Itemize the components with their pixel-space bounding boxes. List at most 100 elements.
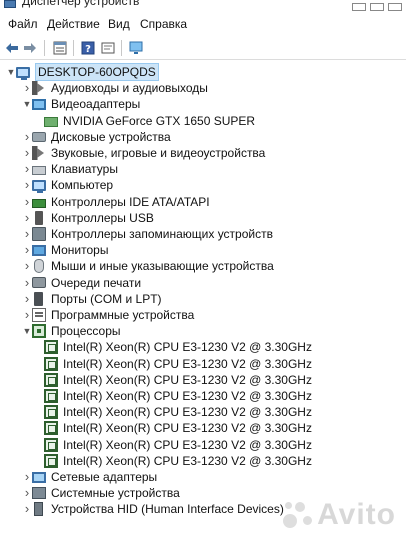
category-item[interactable]: › Контроллеры запоминающих устройств — [22, 226, 273, 242]
properties-icon[interactable] — [52, 40, 68, 56]
category-item-label: Процессоры — [51, 324, 121, 339]
chevron-right-icon[interactable]: › — [22, 210, 32, 226]
device-item-label: Intel(R) Xeon(R) CPU E3-1230 V2 @ 3.30GH… — [63, 356, 312, 371]
category-item[interactable]: › Контроллеры IDE ATA/ATAPI — [22, 194, 210, 210]
category-item[interactable]: › Программные устройства — [22, 307, 194, 323]
chevron-down-icon[interactable]: ▼ — [6, 64, 16, 80]
chevron-right-icon[interactable]: › — [22, 145, 32, 161]
category-item-label: Программные устройства — [51, 308, 195, 322]
svg-text:?: ? — [85, 44, 91, 55]
avito-logo-icon — [283, 500, 313, 530]
close-button[interactable] — [388, 3, 402, 11]
chevron-right-icon[interactable]: › — [22, 258, 32, 274]
sound-device-icon — [32, 146, 46, 160]
category-item-label: Видеоадаптеры — [51, 97, 141, 112]
device-item-label: Intel(R) Xeon(R) CPU E3-1230 V2 @ 3.30GH… — [63, 372, 312, 387]
storage-controller-icon — [32, 227, 46, 241]
category-item[interactable]: › Дисковые устройства — [22, 129, 171, 145]
minimize-button[interactable] — [352, 3, 366, 11]
display-adapter-icon — [32, 98, 46, 110]
cpu-icon — [44, 453, 58, 468]
chevron-down-icon[interactable]: ▼ — [22, 323, 32, 339]
category-item[interactable]: › Контроллеры USB — [22, 210, 154, 226]
chevron-right-icon[interactable]: › — [22, 194, 32, 210]
category-item[interactable]: › Системные устройства — [22, 485, 180, 501]
category-item[interactable]: › Клавиатуры — [22, 161, 118, 177]
category-item[interactable]: ▼ Процессоры — [22, 323, 121, 339]
chevron-right-icon[interactable]: › — [22, 161, 32, 177]
device-item[interactable]: Intel(R) Xeon(R) CPU E3-1230 V2 @ 3.30GH… — [40, 388, 312, 404]
category-item-label: Компьютер — [51, 178, 114, 193]
mouse-icon — [34, 259, 44, 274]
cpu-icon — [44, 405, 58, 420]
category-item-label: Звуковые, игровые и видеоустройства — [51, 146, 266, 160]
category-item[interactable]: › Звуковые, игровые и видеоустройства — [22, 145, 265, 161]
category-item[interactable]: › Сетевые адаптеры — [22, 469, 157, 485]
menu-file[interactable]: Файл — [8, 17, 38, 31]
chevron-right-icon[interactable]: › — [22, 469, 32, 485]
cpu-icon — [44, 340, 58, 355]
category-item[interactable]: › Мыши и иные указывающие устройства — [22, 258, 274, 274]
device-item[interactable]: NVIDIA GeForce GTX 1650 SUPER — [40, 113, 255, 129]
chevron-right-icon[interactable]: › — [22, 129, 32, 145]
processor-icon — [32, 324, 46, 339]
category-item-label: Дисковые устройства — [51, 129, 171, 144]
computer-icon — [32, 179, 46, 193]
device-item[interactable]: Intel(R) Xeon(R) CPU E3-1230 V2 @ 3.30GH… — [40, 420, 312, 436]
category-item[interactable]: › Очереди печати — [22, 275, 141, 291]
toolbar-separator — [121, 40, 122, 56]
chevron-right-icon[interactable]: › — [22, 501, 32, 517]
tree-root-label: DESKTOP-60OPQDS — [35, 63, 159, 81]
device-item[interactable]: Intel(R) Xeon(R) CPU E3-1230 V2 @ 3.30GH… — [40, 356, 312, 372]
category-item[interactable]: › Аудиовходы и аудиовыходы — [22, 80, 208, 96]
device-item[interactable]: Intel(R) Xeon(R) CPU E3-1230 V2 @ 3.30GH… — [40, 372, 312, 388]
window-title: Диспетчер устройств — [22, 0, 140, 8]
category-item[interactable]: › Компьютер — [22, 177, 113, 193]
watermark: Avito — [283, 498, 396, 532]
category-item[interactable]: › Порты (COM и LPT) — [22, 291, 162, 307]
menu-help[interactable]: Справка — [140, 17, 187, 31]
chevron-right-icon[interactable]: › — [22, 226, 32, 242]
device-item[interactable]: Intel(R) Xeon(R) CPU E3-1230 V2 @ 3.30GH… — [40, 437, 312, 453]
software-device-icon — [32, 308, 46, 322]
forward-arrow-icon[interactable] — [22, 40, 38, 56]
speaker-icon — [32, 81, 46, 96]
cpu-icon — [44, 437, 58, 452]
device-item-label: Intel(R) Xeon(R) CPU E3-1230 V2 @ 3.30GH… — [63, 453, 312, 468]
back-arrow-icon[interactable] — [4, 40, 20, 56]
category-item[interactable]: ▼ Видеоадаптеры — [22, 96, 141, 112]
category-item-label: Клавиатуры — [51, 162, 118, 177]
window-controls — [348, 0, 402, 12]
scan-hardware-icon[interactable] — [100, 40, 116, 56]
help-icon[interactable]: ? — [80, 40, 96, 56]
device-item-label: Intel(R) Xeon(R) CPU E3-1230 V2 @ 3.30GH… — [63, 421, 312, 436]
category-item-label: Очереди печати — [51, 275, 142, 290]
chevron-right-icon[interactable]: › — [22, 275, 32, 291]
monitor-view-icon[interactable] — [128, 40, 144, 56]
device-item-label: NVIDIA GeForce GTX 1650 SUPER — [63, 113, 256, 128]
hid-icon — [34, 502, 43, 517]
tree-root[interactable]: ▼ DESKTOP-60OPQDS — [6, 63, 159, 81]
device-item-label: Intel(R) Xeon(R) CPU E3-1230 V2 @ 3.30GH… — [63, 437, 312, 452]
maximize-button[interactable] — [370, 3, 384, 11]
chevron-right-icon[interactable]: › — [22, 80, 32, 96]
toolbar-separator — [73, 40, 74, 56]
menu-view[interactable]: Вид — [108, 17, 130, 31]
chevron-right-icon[interactable]: › — [22, 177, 32, 193]
category-item-label: Контроллеры USB — [51, 210, 154, 225]
device-item[interactable]: Intel(R) Xeon(R) CPU E3-1230 V2 @ 3.30GH… — [40, 404, 312, 420]
chevron-right-icon[interactable]: › — [22, 242, 32, 258]
chevron-right-icon[interactable]: › — [22, 485, 32, 501]
menu-action[interactable]: Действие — [47, 17, 100, 31]
category-item[interactable]: › Устройства HID (Human Interface Devices… — [22, 501, 284, 517]
category-item[interactable]: › Мониторы — [22, 242, 109, 258]
chevron-down-icon[interactable]: ▼ — [22, 96, 32, 112]
device-item[interactable]: Intel(R) Xeon(R) CPU E3-1230 V2 @ 3.30GH… — [40, 453, 312, 469]
network-adapter-icon — [32, 471, 46, 483]
computer-icon — [16, 66, 30, 80]
monitor-icon — [32, 244, 46, 256]
category-item-label: Контроллеры IDE ATA/ATAPI — [51, 194, 210, 209]
chevron-right-icon[interactable]: › — [22, 291, 32, 307]
chevron-right-icon[interactable]: › — [22, 307, 32, 323]
device-item[interactable]: Intel(R) Xeon(R) CPU E3-1230 V2 @ 3.30GH… — [40, 339, 312, 355]
